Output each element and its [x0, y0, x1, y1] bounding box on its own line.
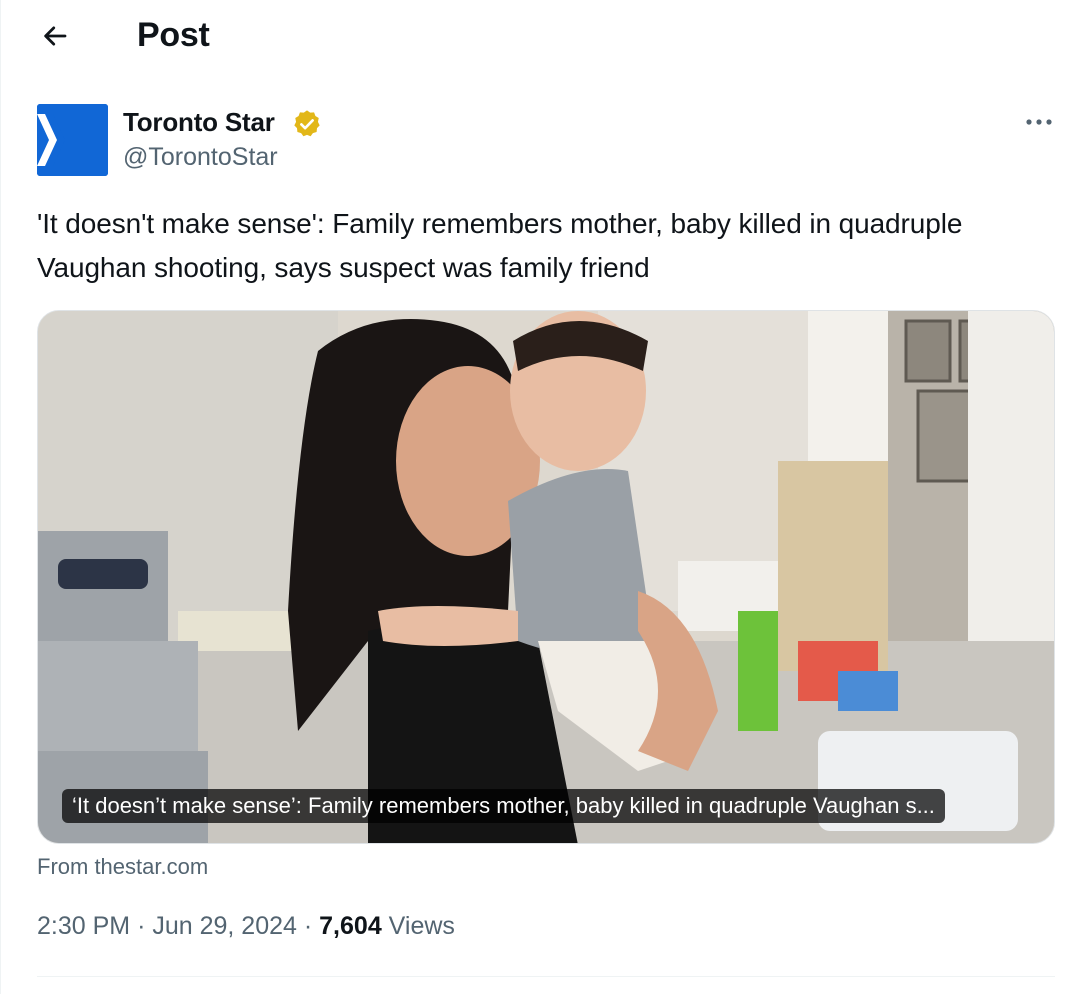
avatar[interactable]	[37, 104, 108, 176]
toronto-star-logo-icon	[37, 104, 108, 176]
post-header: Post	[1, 0, 1080, 74]
meta-separator: ·	[303, 912, 313, 940]
more-horizontal-icon	[1026, 119, 1052, 125]
back-button[interactable]	[33, 14, 77, 58]
post-meta: 2:30 PM · Jun 29, 2024 · 7,604 Views	[37, 912, 455, 941]
post-page: Post Toronto Star @TorontoStar 'It doesn…	[0, 0, 1080, 994]
views-count: 7,604	[319, 912, 382, 940]
link-card[interactable]: ‘It doesn’t make sense’: Family remember…	[37, 310, 1055, 844]
card-photo	[38, 311, 1054, 843]
post-time[interactable]: 2:30 PM	[37, 912, 130, 940]
divider	[37, 976, 1055, 977]
verified-badge-icon	[294, 110, 320, 137]
post-text: 'It doesn't make sense': Family remember…	[37, 208, 963, 283]
views-label: Views	[388, 912, 455, 940]
page-title: Post	[137, 16, 210, 54]
more-options-button[interactable]	[1015, 104, 1063, 140]
card-caption: ‘It doesn’t make sense’: Family remember…	[62, 789, 945, 823]
meta-separator: ·	[137, 912, 146, 940]
author-name[interactable]: Toronto Star	[123, 107, 275, 138]
author-handle[interactable]: @TorontoStar	[123, 143, 278, 172]
post-date[interactable]: Jun 29, 2024	[152, 912, 297, 940]
arrow-left-icon	[44, 26, 67, 46]
card-source-link[interactable]: From thestar.com	[37, 854, 208, 880]
